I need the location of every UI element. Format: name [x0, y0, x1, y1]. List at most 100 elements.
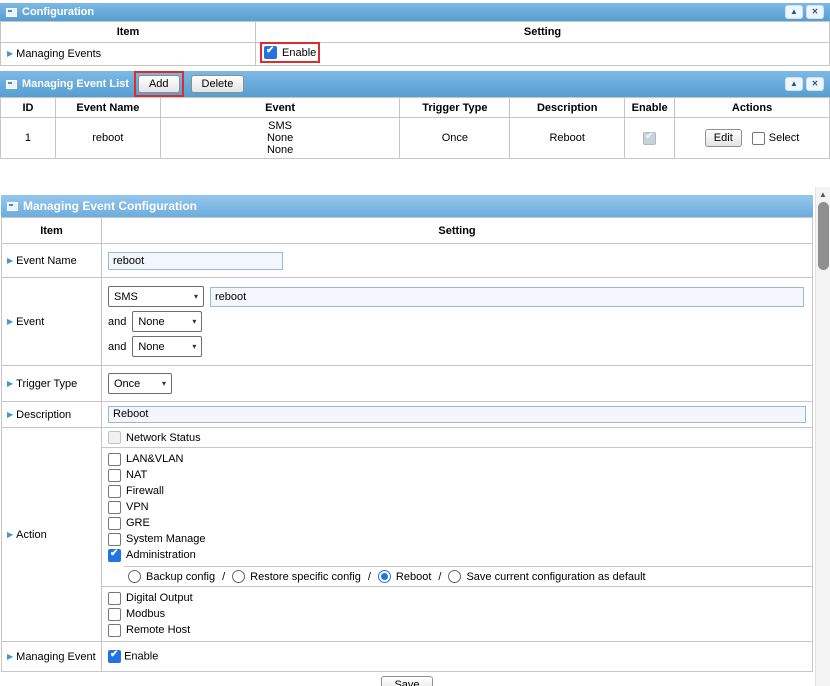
delete-button[interactable]: Delete — [191, 75, 245, 93]
item-column-header: Item — [2, 218, 102, 244]
modbus-label: Modbus — [126, 608, 165, 620]
administration-checkbox[interactable] — [108, 549, 121, 562]
enable-cell — [625, 118, 675, 159]
vpn-label: VPN — [126, 501, 149, 513]
trigger-type-label: Trigger Type — [16, 378, 77, 390]
close-icon[interactable]: ✕ — [806, 5, 824, 19]
collapse-icon[interactable]: ▲ — [785, 5, 803, 19]
managing-event-label: Managing Event — [16, 651, 96, 663]
event-condition-2: and None ▾ — [108, 311, 806, 332]
action-label: Action — [16, 529, 47, 541]
nat-checkbox[interactable] — [108, 469, 121, 482]
actions-column-header: Actions — [675, 98, 830, 118]
chevron-down-icon: ▾ — [162, 379, 166, 388]
window-buttons: ▲ ✕ — [785, 77, 824, 91]
event-condition-3: and None ▾ — [108, 336, 806, 357]
reboot-radio[interactable] — [378, 570, 391, 583]
managing-events-enable-checkbox[interactable] — [264, 46, 277, 59]
save-button[interactable]: Save — [381, 676, 432, 686]
event-line: SMS — [163, 120, 398, 132]
chevron-down-icon: ▾ — [192, 317, 196, 326]
row-arrow-icon: ▶ — [7, 652, 13, 661]
action-checkbox-group: LAN&VLAN NAT Firewall — [102, 448, 812, 566]
event-name-label: Event Name — [16, 255, 77, 267]
trigger-type-cell: Once — [400, 118, 510, 159]
event-condition-3-select[interactable]: None ▾ — [132, 336, 202, 357]
event-configuration-table: Item Setting ▶Event Name reboot — [1, 217, 813, 672]
event-name-column-header: Event Name — [55, 98, 160, 118]
event-condition-2-select[interactable]: None ▾ — [132, 311, 202, 332]
firewall-checkbox[interactable] — [108, 485, 121, 498]
nat-label: NAT — [126, 469, 147, 481]
lan-vlan-checkbox[interactable] — [108, 453, 121, 466]
item-column-header: Item — [1, 22, 256, 43]
setting-column-header: Setting — [256, 22, 830, 43]
trigger-type-select[interactable]: Once ▾ — [108, 373, 172, 394]
event-type-select-value: SMS — [114, 291, 138, 303]
managing-event-list-panel: Managing Event List Add Delete ▲ ✕ ID Ev… — [0, 71, 830, 159]
panel-icon — [7, 202, 18, 211]
close-icon[interactable]: ✕ — [806, 77, 824, 91]
scroll-up-icon[interactable]: ▲ — [816, 187, 830, 202]
event-row: ▶Event SMS ▾ reboot and — [2, 278, 813, 366]
edit-button[interactable]: Edit — [705, 129, 742, 147]
row-arrow-icon: ▶ — [7, 410, 13, 419]
configuration-table: Item Setting ▶Managing Events Enable — [0, 21, 830, 66]
event-condition-1: SMS ▾ reboot — [108, 286, 806, 307]
scrollbar[interactable]: ▲ — [815, 187, 830, 686]
page: Configuration ▲ ✕ Item Setting ▶Managing… — [0, 0, 830, 686]
scrollbar-thumb[interactable] — [818, 202, 829, 270]
event-value-input[interactable]: reboot — [210, 287, 804, 307]
row-arrow-icon: ▶ — [7, 530, 13, 539]
list-item: Modbus — [108, 606, 806, 622]
trigger-type-row: ▶Trigger Type Once ▾ — [2, 366, 813, 402]
header-row: Item Setting — [2, 218, 813, 244]
managing-event-configuration-title: Managing Event Configuration — [23, 199, 197, 213]
gre-checkbox[interactable] — [108, 517, 121, 530]
managing-event-item-cell: ▶Managing Event — [2, 642, 102, 672]
event-type-select[interactable]: SMS ▾ — [108, 286, 204, 307]
modbus-checkbox[interactable] — [108, 608, 121, 621]
restore-specific-config-label: Restore specific config — [250, 571, 361, 583]
collapse-icon[interactable]: ▲ — [785, 77, 803, 91]
event-lines: SMS None None — [163, 120, 398, 156]
separator: / — [222, 571, 225, 583]
restore-specific-config-radio[interactable] — [232, 570, 245, 583]
panel-icon — [6, 8, 17, 17]
system-manage-checkbox[interactable] — [108, 533, 121, 546]
event-cell: SMS None None — [160, 118, 400, 159]
enable-label: Enable — [282, 47, 316, 59]
event-name-input[interactable]: reboot — [108, 252, 283, 270]
setting-column-header: Setting — [102, 218, 813, 244]
backup-config-label: Backup config — [146, 571, 215, 583]
save-current-config-label: Save current configuration as default — [466, 571, 645, 583]
list-item: Firewall — [108, 483, 806, 499]
lower-content: Managing Event Configuration Item Settin… — [0, 187, 815, 686]
digital-output-checkbox[interactable] — [108, 592, 121, 605]
lower-area: Managing Event Configuration Item Settin… — [0, 187, 830, 686]
list-item: NAT — [108, 467, 806, 483]
managing-event-configuration-header: Managing Event Configuration — [1, 195, 813, 217]
event-name-row: ▶Event Name reboot — [2, 244, 813, 278]
remote-host-checkbox[interactable] — [108, 624, 121, 637]
trigger-type-select-value: Once — [114, 378, 140, 390]
description-input[interactable]: Reboot — [108, 406, 806, 423]
and-label: and — [108, 316, 126, 328]
vpn-checkbox[interactable] — [108, 501, 121, 514]
trigger-type-column-header: Trigger Type — [400, 98, 510, 118]
save-current-config-radio[interactable] — [448, 570, 461, 583]
select-checkbox[interactable] — [752, 132, 765, 145]
managing-events-label: Managing Events — [16, 48, 101, 60]
add-button[interactable]: Add — [138, 75, 180, 93]
row-enable-checkbox — [643, 132, 656, 145]
description-item-cell: ▶Description — [2, 402, 102, 428]
configuration-panel-header: Configuration ▲ ✕ — [0, 3, 830, 21]
chevron-down-icon: ▾ — [192, 342, 196, 351]
managing-event-enable-checkbox[interactable] — [108, 650, 121, 663]
select-label: Select — [769, 132, 800, 144]
system-manage-label: System Manage — [126, 533, 205, 545]
backup-config-radio[interactable] — [128, 570, 141, 583]
event-name-item-cell: ▶Event Name — [2, 244, 102, 278]
event-line: None — [163, 132, 398, 144]
panel-icon — [6, 80, 17, 89]
